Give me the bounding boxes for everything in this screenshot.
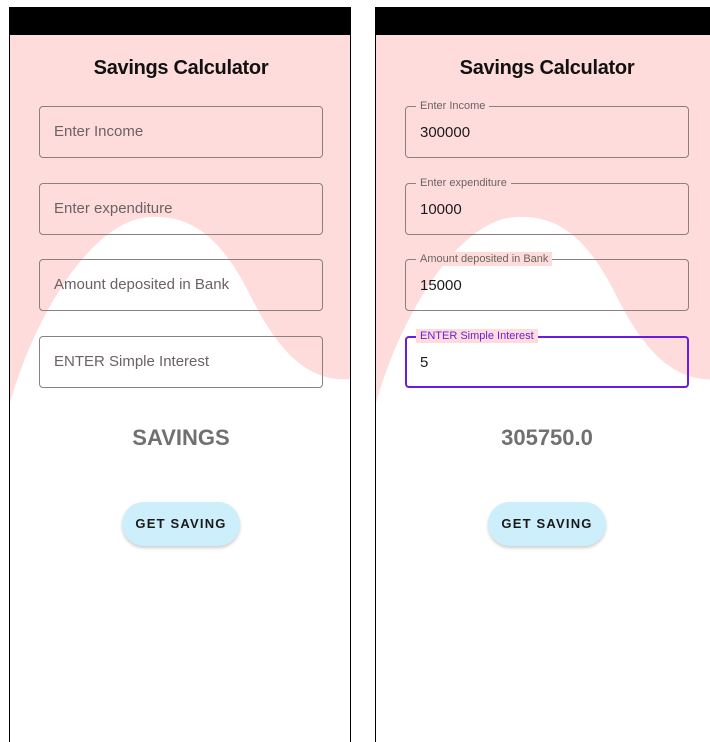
get-saving-button[interactable]: GET SAVING bbox=[488, 502, 606, 546]
bank-deposit-placeholder: Amount deposited in Bank bbox=[54, 276, 230, 293]
app-title: Savings Calculator bbox=[93, 57, 269, 79]
phone-screen-empty: Savings Calculator Enter Income Enter ex… bbox=[9, 7, 351, 742]
expenditure-value: 10000 bbox=[420, 201, 462, 218]
expenditure-field[interactable]: Enter expenditure 10000 bbox=[405, 176, 689, 235]
simple-interest-field[interactable]: ENTER Simple Interest bbox=[39, 336, 323, 388]
income-placeholder: Enter Income bbox=[54, 123, 144, 140]
income-field[interactable]: Enter Income bbox=[39, 106, 323, 158]
simple-interest-field[interactable]: ENTER Simple Interest 5 bbox=[405, 329, 689, 388]
simple-interest-value: 5 bbox=[420, 354, 429, 371]
savings-result: SAVINGS bbox=[132, 425, 230, 450]
expenditure-label: Enter expenditure bbox=[416, 176, 511, 190]
status-bar bbox=[376, 7, 710, 35]
income-field[interactable]: Enter Income 300000 bbox=[405, 99, 689, 158]
expenditure-placeholder: Enter expenditure bbox=[54, 200, 173, 217]
savings-result: 305750.0 bbox=[501, 425, 593, 450]
bank-deposit-field[interactable]: Amount deposited in Bank bbox=[39, 259, 323, 311]
status-bar bbox=[10, 7, 350, 35]
get-saving-button[interactable]: GET SAVING bbox=[122, 502, 240, 546]
income-value: 300000 bbox=[420, 124, 471, 141]
simple-interest-placeholder: ENTER Simple Interest bbox=[54, 353, 210, 370]
bank-deposit-field[interactable]: Amount deposited in Bank 15000 bbox=[405, 252, 689, 311]
phone-screen-filled: Savings Calculator Enter Income 300000 E… bbox=[375, 7, 710, 742]
expenditure-field[interactable]: Enter expenditure bbox=[39, 183, 323, 235]
simple-interest-label: ENTER Simple Interest bbox=[416, 329, 538, 343]
screenshot-pair: Savings Calculator Enter Income Enter ex… bbox=[0, 0, 710, 742]
app-title: Savings Calculator bbox=[459, 57, 635, 79]
income-label: Enter Income bbox=[416, 99, 490, 113]
bank-deposit-value: 15000 bbox=[420, 277, 462, 294]
bank-deposit-label: Amount deposited in Bank bbox=[416, 252, 553, 266]
